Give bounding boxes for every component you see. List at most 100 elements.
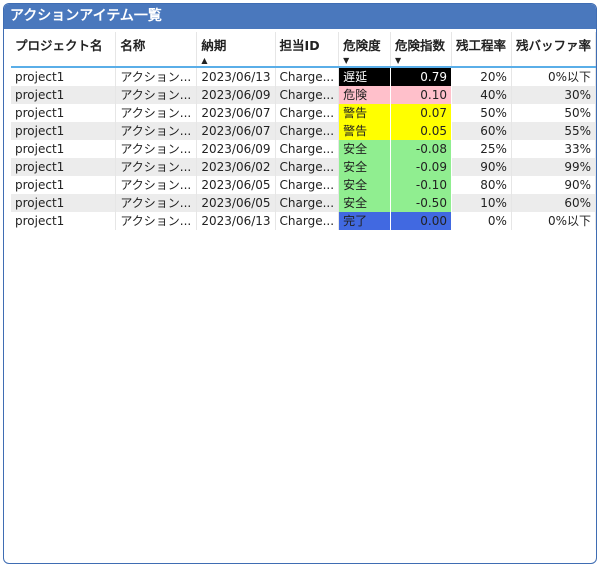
risk-index-cell: -0.08 [390, 140, 452, 158]
sort-descending-icon: ▼ [343, 56, 350, 65]
remaining-buffer-cell: 30% [511, 86, 596, 104]
column-header-label: 危険指数 [395, 38, 446, 53]
name-cell: アクション... [115, 86, 198, 104]
assignee-cell: Charge... [275, 140, 340, 158]
name-cell: アクション... [115, 158, 198, 176]
remaining-progress-cell: 20% [451, 67, 512, 86]
due-date-cell: 2023/06/09 [196, 86, 276, 104]
sort-ascending-icon: ▲ [201, 56, 208, 65]
due-date-cell: 2023/06/05 [196, 194, 276, 212]
project-cell: project1 [11, 122, 117, 140]
column-header[interactable]: プロジェクト名 [11, 32, 117, 68]
assignee-cell: Charge... [275, 67, 340, 86]
column-header-label: 担当ID [279, 38, 320, 53]
assignee-cell: Charge... [275, 86, 340, 104]
column-header[interactable]: 納期 ▲ [196, 32, 276, 68]
name-cell: アクション... [115, 194, 198, 212]
remaining-progress-cell: 80% [451, 176, 512, 194]
project-cell: project1 [11, 212, 117, 230]
due-date-cell: 2023/06/09 [196, 140, 276, 158]
project-cell: project1 [11, 104, 117, 122]
table-row[interactable]: project1 アクション... 2023/06/13 Charge... 完了 0.0… [11, 212, 596, 230]
risk-level-cell: 警告 [338, 122, 391, 140]
table-row[interactable]: project1 アクション... 2023/06/09 Charge... 危険 0.1… [11, 86, 596, 104]
risk-level-cell: 完了 [338, 212, 391, 230]
risk-level-cell: 安全 [338, 176, 391, 194]
due-date-cell: 2023/06/13 [196, 67, 276, 86]
table-row[interactable]: project1 アクション... 2023/06/07 Charge... 警告 0.0… [11, 104, 596, 122]
due-date-cell: 2023/06/05 [196, 176, 276, 194]
due-date-cell: 2023/06/13 [196, 212, 276, 230]
column-header-label: プロジェクト名 [15, 38, 103, 53]
column-header-label: 残バッファ率 [515, 38, 591, 53]
remaining-buffer-cell: 90% [511, 176, 596, 194]
risk-level-cell: 安全 [338, 194, 391, 212]
risk-level-cell: 危険 [338, 86, 391, 104]
remaining-progress-cell: 25% [451, 140, 512, 158]
column-header[interactable]: 残バッファ率 [511, 32, 596, 68]
name-cell: アクション... [115, 122, 198, 140]
remaining-progress-cell: 0% [451, 212, 512, 230]
table-row[interactable]: project1 アクション... 2023/06/09 Charge... 安全 -0.… [11, 140, 596, 158]
risk-index-cell: 0.79 [390, 67, 452, 86]
panel-title: アクションアイテム一覧 [4, 4, 596, 29]
due-date-cell: 2023/06/07 [196, 122, 276, 140]
column-header[interactable]: 残工程率 [451, 32, 512, 68]
project-cell: project1 [11, 67, 117, 86]
action-items-table: プロジェクト名 名称 納期 ▲ 担当ID 危険度 ▼ 危険指数 ▼ 残工程率 残バッファ率 proj… [11, 32, 596, 230]
remaining-progress-cell: 50% [451, 104, 512, 122]
table-row[interactable]: project1 アクション... 2023/06/02 Charge... 安全 -0.… [11, 158, 596, 176]
assignee-cell: Charge... [275, 212, 340, 230]
column-header-label: 納期 [201, 38, 227, 53]
project-cell: project1 [11, 194, 117, 212]
name-cell: アクション... [115, 67, 198, 86]
remaining-progress-cell: 90% [451, 158, 512, 176]
remaining-buffer-cell: 33% [511, 140, 596, 158]
risk-level-cell: 安全 [338, 158, 391, 176]
column-header-label: 名称 [120, 38, 146, 53]
name-cell: アクション... [115, 176, 198, 194]
risk-index-cell: -0.50 [390, 194, 452, 212]
column-header[interactable]: 危険度 ▼ [338, 32, 391, 68]
name-cell: アクション... [115, 212, 198, 230]
assignee-cell: Charge... [275, 104, 340, 122]
table-body: project1 アクション... 2023/06/13 Charge... 遅延 0.7… [11, 67, 596, 230]
name-cell: アクション... [115, 104, 198, 122]
column-header[interactable]: 危険指数 ▼ [390, 32, 452, 68]
project-cell: project1 [11, 176, 117, 194]
risk-index-cell: -0.10 [390, 176, 452, 194]
due-date-cell: 2023/06/07 [196, 104, 276, 122]
name-cell: アクション... [115, 140, 198, 158]
assignee-cell: Charge... [275, 122, 340, 140]
table-row[interactable]: project1 アクション... 2023/06/07 Charge... 警告 0.0… [11, 122, 596, 140]
assignee-cell: Charge... [275, 194, 340, 212]
assignee-cell: Charge... [275, 158, 340, 176]
table-row[interactable]: project1 アクション... 2023/06/05 Charge... 安全 -0.… [11, 194, 596, 212]
risk-index-cell: 0.05 [390, 122, 452, 140]
table-row[interactable]: project1 アクション... 2023/06/13 Charge... 遅延 0.7… [11, 67, 596, 86]
column-header[interactable]: 名称 [115, 32, 198, 68]
risk-level-cell: 遅延 [338, 67, 391, 86]
due-date-cell: 2023/06/02 [196, 158, 276, 176]
sort-descending-icon: ▼ [395, 56, 402, 65]
remaining-buffer-cell: 50% [511, 104, 596, 122]
risk-level-cell: 警告 [338, 104, 391, 122]
remaining-buffer-cell: 55% [511, 122, 596, 140]
risk-index-cell: 0.00 [390, 212, 452, 230]
column-header-label: 残工程率 [455, 38, 506, 53]
risk-index-cell: 0.10 [390, 86, 452, 104]
column-header[interactable]: 担当ID [275, 32, 340, 68]
project-cell: project1 [11, 86, 117, 104]
risk-index-cell: 0.07 [390, 104, 452, 122]
remaining-buffer-cell: 0%以下 [511, 212, 596, 230]
project-cell: project1 [11, 158, 117, 176]
table-row[interactable]: project1 アクション... 2023/06/05 Charge... 安全 -0.… [11, 176, 596, 194]
project-cell: project1 [11, 140, 117, 158]
remaining-progress-cell: 10% [451, 194, 512, 212]
column-header-label: 危険度 [343, 38, 381, 53]
remaining-progress-cell: 60% [451, 122, 512, 140]
remaining-buffer-cell: 60% [511, 194, 596, 212]
remaining-buffer-cell: 0%以下 [511, 67, 596, 86]
action-items-panel: アクションアイテム一覧 プロジェクト名 名称 納期 ▲ 担当ID 危険度 ▼ 危険指数 ▼ 残工程… [3, 3, 597, 564]
remaining-buffer-cell: 99% [511, 158, 596, 176]
